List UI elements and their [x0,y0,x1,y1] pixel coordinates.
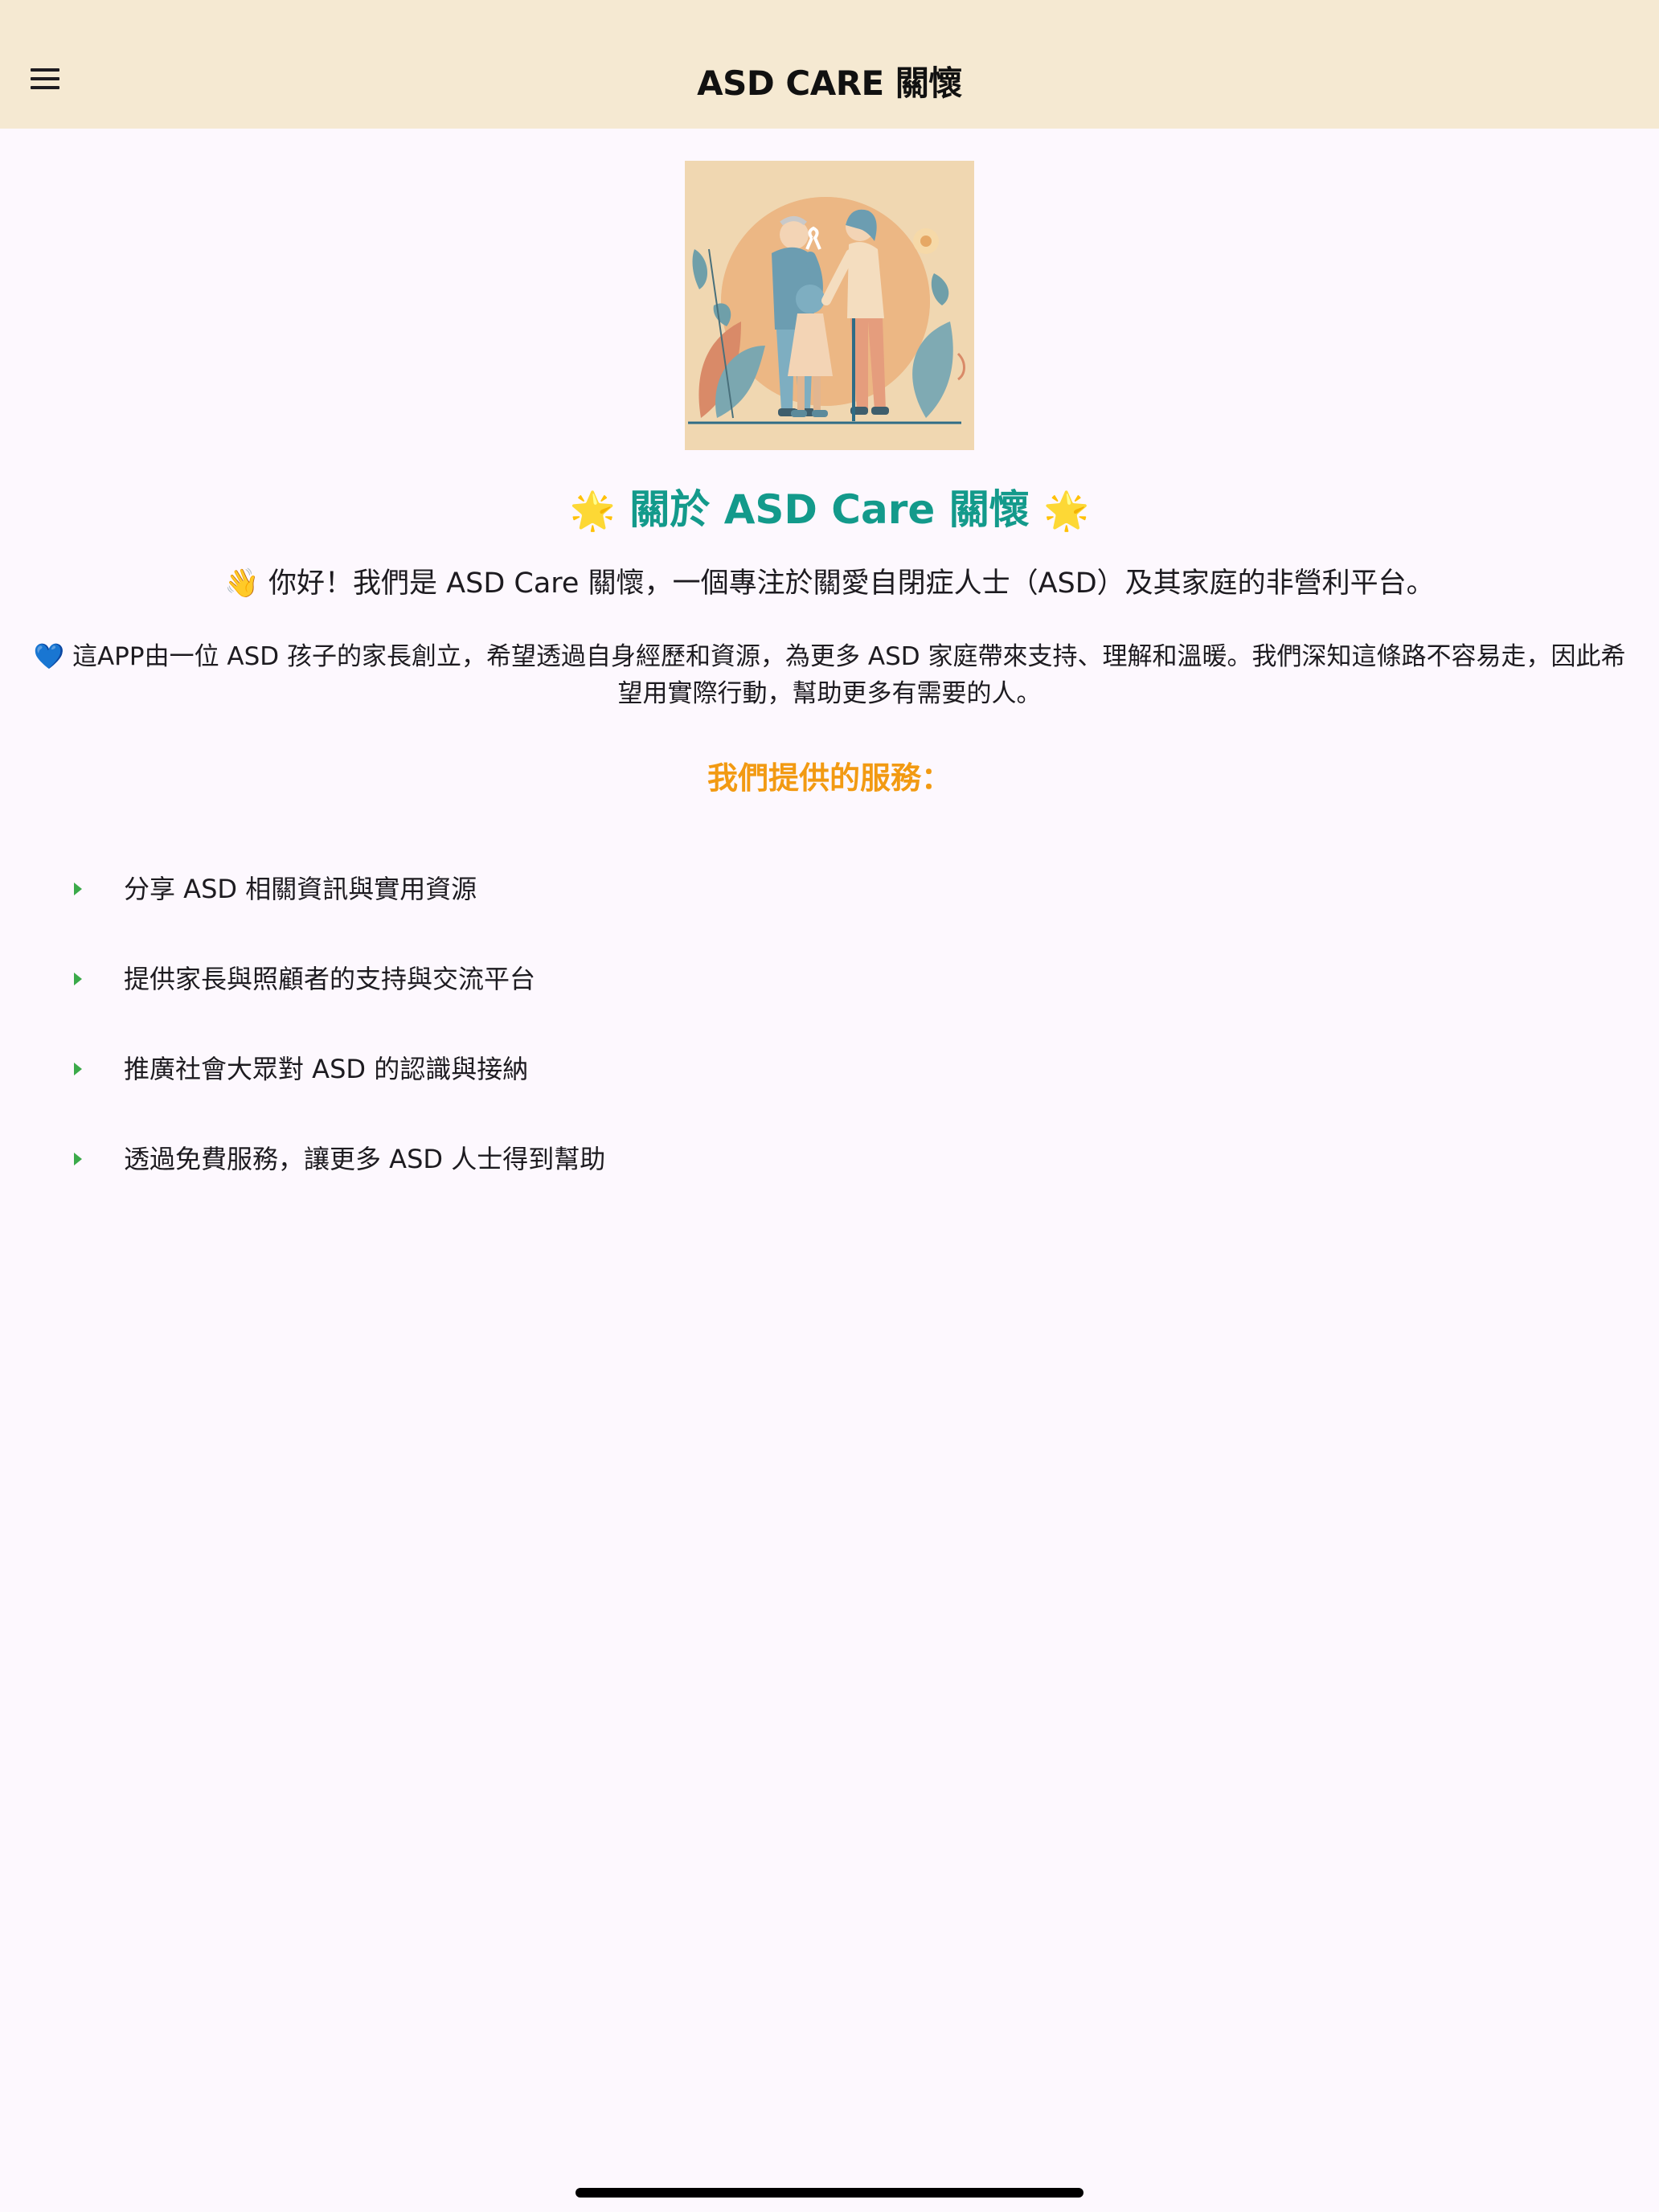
triangle-bullet-icon [74,973,82,985]
app-title: ASD CARE 關懷 [697,63,962,103]
service-item-text: 推廣社會大眾對 ASD 的認識與接納 [124,1054,529,1084]
list-item: 提供家長與照顧者的支持與交流平台 [71,934,1518,1024]
triangle-bullet-icon [74,1063,82,1075]
waving-hand-icon: 👋 [224,567,260,600]
triangle-bullet-icon [74,883,82,895]
service-item-text: 透過免費服務，讓更多 ASD 人士得到幫助 [124,1144,606,1174]
service-list: 分享 ASD 相關資訊與實用資源 提供家長與照顧者的支持與交流平台 推廣社會大眾… [71,844,1518,1204]
triangle-bullet-icon [74,1153,82,1165]
blue-heart-icon: 💙 [33,642,65,671]
greeting-paragraph: 👋 你好！我們是 ASD Care 關懷，一個專注於關愛自閉症人士（ASD）及其… [0,563,1659,604]
list-item: 推廣社會大眾對 ASD 的認識與接納 [71,1024,1518,1114]
services-heading: 我們提供的服務： [707,760,952,796]
about-title: 🌟 關於 ASD Care 關懷 🌟 [0,481,1659,539]
about-title-text: 關於 ASD Care 關懷 [629,486,1030,533]
list-item: 透過免費服務，讓更多 ASD 人士得到幫助 [71,1114,1518,1204]
star-icon: 🌟 [569,489,616,532]
hero-illustration [685,161,974,450]
greeting-text: 你好！我們是 ASD Care 關懷，一個專注於關愛自閉症人士（ASD）及其家庭… [268,567,1435,600]
intro-paragraph: 💙 這APP由一位 ASD 孩子的家長創立，希望透過自身經歷和資源，為更多 AS… [32,638,1627,712]
star-icon: 🌟 [1043,489,1090,532]
app-bar: ASD CARE 關懷 [0,0,1659,129]
list-item: 分享 ASD 相關資訊與實用資源 [71,844,1518,934]
intro-text: 這APP由一位 ASD 孩子的家長創立，希望透過自身經歷和資源，為更多 ASD … [72,642,1626,708]
service-item-text: 提供家長與照顧者的支持與交流平台 [124,964,536,994]
home-indicator[interactable] [576,2188,1083,2198]
service-item-text: 分享 ASD 相關資訊與實用資源 [124,874,477,904]
